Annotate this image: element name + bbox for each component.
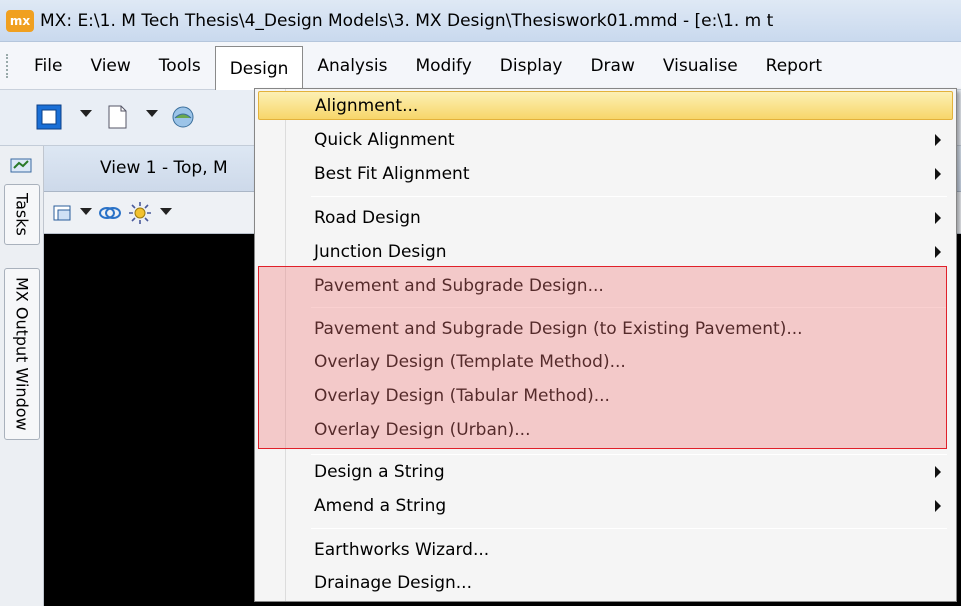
menubar-grip-icon xyxy=(6,54,9,78)
lighting-dropdown-arrow-icon[interactable] xyxy=(160,208,172,215)
menu-separator xyxy=(311,454,947,455)
menu-visualise[interactable]: Visualise xyxy=(649,46,752,86)
menu-file[interactable]: File xyxy=(20,46,76,86)
menu-item-alignment[interactable]: Alignment... xyxy=(258,91,953,120)
window-title: MX: E:\1. M Tech Thesis\4_Design Models\… xyxy=(40,10,774,31)
layers-dropdown-arrow-icon[interactable] xyxy=(80,208,92,215)
menu-draw[interactable]: Draw xyxy=(576,46,648,86)
menu-item-overlay-urban[interactable]: Overlay Design (Urban)... xyxy=(258,415,953,444)
menu-item-quick-alignment[interactable]: Quick Alignment xyxy=(258,125,953,154)
menu-view[interactable]: View xyxy=(76,46,144,86)
menu-item-overlay-template[interactable]: Overlay Design (Template Method)... xyxy=(258,347,953,376)
submenu-arrow-icon xyxy=(935,168,941,180)
menu-item-design-a-string[interactable]: Design a String xyxy=(258,457,953,486)
menu-display[interactable]: Display xyxy=(486,46,577,86)
tab-tasks[interactable]: Tasks xyxy=(4,184,40,245)
menu-item-road-design[interactable]: Road Design xyxy=(258,203,953,232)
menu-separator xyxy=(311,196,947,197)
menu-separator xyxy=(311,307,947,308)
menu-item-amend-a-string[interactable]: Amend a String xyxy=(258,491,953,520)
submenu-arrow-icon xyxy=(935,134,941,146)
menu-item-overlay-tabular[interactable]: Overlay Design (Tabular Method)... xyxy=(258,381,953,410)
submenu-arrow-icon xyxy=(935,500,941,512)
menu-separator xyxy=(311,528,947,529)
menu-analysis[interactable]: Analysis xyxy=(303,46,401,86)
window-view-icon[interactable] xyxy=(36,104,62,130)
menu-item-best-fit-alignment[interactable]: Best Fit Alignment xyxy=(258,159,953,188)
document-dropdown-arrow-icon[interactable] xyxy=(146,110,158,117)
submenu-arrow-icon xyxy=(935,212,941,224)
menu-modify[interactable]: Modify xyxy=(401,46,485,86)
menu-item-pavement-subgrade-design[interactable]: Pavement and Subgrade Design... xyxy=(258,271,953,300)
menu-item-junction-design[interactable]: Junction Design xyxy=(258,237,953,266)
view-dropdown-arrow-icon[interactable] xyxy=(80,110,92,117)
submenu-arrow-icon xyxy=(935,246,941,258)
title-bar: mx MX: E:\1. M Tech Thesis\4_Design Mode… xyxy=(0,0,961,42)
design-menu: Alignment... Quick Alignment Best Fit Al… xyxy=(254,88,957,602)
app-logo-icon: mx xyxy=(6,9,34,32)
view-title: View 1 - Top, M xyxy=(100,158,228,178)
sun-lighting-icon[interactable] xyxy=(128,201,152,225)
side-panel: Tasks MX Output Window xyxy=(0,146,44,606)
menu-bar: File View Tools Design Analysis Modify D… xyxy=(0,42,961,92)
menu-design[interactable]: Design xyxy=(214,45,304,92)
tasks-panel-icon[interactable] xyxy=(10,156,32,174)
tab-output-label: MX Output Window xyxy=(12,277,32,431)
tab-tasks-label: Tasks xyxy=(12,193,32,236)
menu-item-earthworks-wizard[interactable]: Earthworks Wizard... xyxy=(258,535,953,564)
layers-icon[interactable] xyxy=(52,202,74,224)
model-icon[interactable] xyxy=(170,104,196,130)
submenu-arrow-icon xyxy=(935,466,941,478)
menu-item-pavement-subgrade-existing[interactable]: Pavement and Subgrade Design (to Existin… xyxy=(258,314,953,343)
link-icon[interactable] xyxy=(98,202,122,224)
menu-report[interactable]: Report xyxy=(752,46,836,86)
tab-mx-output-window[interactable]: MX Output Window xyxy=(4,268,40,440)
new-document-icon[interactable] xyxy=(104,104,130,130)
menu-item-drainage-design[interactable]: Drainage Design... xyxy=(258,568,953,597)
menu-tools[interactable]: Tools xyxy=(145,46,215,86)
